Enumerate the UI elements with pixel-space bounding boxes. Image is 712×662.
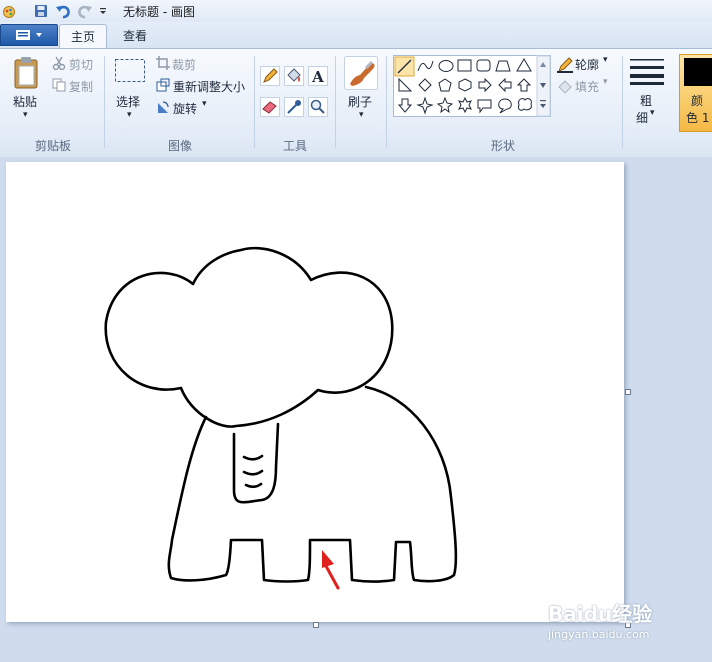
magnifier-icon[interactable] — [308, 97, 328, 120]
copy-label[interactable]: 复制 — [69, 78, 93, 95]
size-dropdown-arrow[interactable]: ▾ — [650, 108, 655, 118]
paint-menu-button[interactable] — [0, 24, 58, 46]
separator — [335, 56, 336, 148]
paste-dropdown-arrow[interactable]: ▾ — [23, 110, 28, 120]
separator — [386, 56, 387, 148]
watermark-url: jingyan.baidu.com — [548, 628, 650, 641]
outline-dropdown-arrow[interactable]: ▾ — [603, 55, 608, 65]
select-dropdown-arrow[interactable]: ▾ — [127, 110, 132, 120]
fill-icon[interactable] — [284, 66, 304, 89]
rotate-dropdown-arrow[interactable]: ▾ — [202, 99, 207, 109]
canvas-resize-handle-bottom[interactable] — [313, 622, 319, 628]
fill-shape-icon[interactable] — [557, 79, 573, 98]
cut-label[interactable]: 剪切 — [69, 56, 93, 73]
outline-icon[interactable] — [557, 57, 573, 76]
window-title: 无标题 - 画图 — [123, 5, 195, 19]
tools-group-label: 工具 — [282, 139, 307, 153]
rotate-icon[interactable] — [156, 100, 170, 117]
resize-icon[interactable] — [156, 78, 170, 95]
cut-icon[interactable] — [52, 56, 66, 73]
shapes-gallery[interactable] — [393, 55, 551, 120]
image-group-label: 图像 — [167, 139, 192, 153]
menu-icon — [16, 30, 42, 40]
select-icon[interactable] — [114, 58, 146, 87]
svg-text:A: A — [311, 68, 324, 86]
color1-label-line1: 颜 — [691, 94, 704, 108]
red-arrow-annotation — [318, 548, 342, 593]
size-label-line1[interactable]: 粗 — [640, 92, 652, 109]
brushes-label[interactable]: 刷子 — [348, 93, 372, 110]
select-label[interactable]: 选择 — [116, 93, 140, 110]
paint-app-icon[interactable] — [2, 3, 16, 19]
customize-quick-access-icon[interactable] — [98, 3, 108, 19]
size-icon[interactable] — [630, 57, 664, 88]
separator — [622, 56, 623, 148]
drawing-canvas[interactable] — [6, 162, 624, 622]
copy-icon[interactable] — [52, 78, 66, 95]
eraser-icon[interactable] — [260, 97, 280, 120]
watermark-brand: Baidu经验 — [548, 602, 653, 626]
resize-label[interactable]: 重新调整大小 — [173, 78, 245, 95]
paste-label[interactable]: 粘贴 — [13, 93, 37, 110]
outline-label[interactable]: 轮廓 — [575, 56, 599, 73]
shapes-group-label: 形状 — [490, 139, 515, 153]
crop-icon[interactable] — [156, 56, 170, 73]
color1-swatch — [684, 58, 712, 86]
color-picker-icon[interactable] — [284, 97, 304, 120]
canvas-resize-handle-right[interactable] — [625, 389, 631, 395]
fill-shape-label[interactable]: 填充 — [575, 78, 599, 95]
brushes-icon[interactable] — [344, 56, 378, 93]
fill-shape-dropdown-arrow[interactable]: ▾ — [603, 77, 608, 87]
elephant-drawing — [104, 246, 458, 583]
separator — [254, 56, 255, 148]
save-icon[interactable] — [34, 3, 48, 19]
crop-label[interactable]: 裁剪 — [172, 56, 196, 73]
separator — [104, 56, 105, 148]
tab-view[interactable]: 查看 — [112, 24, 158, 48]
text-icon[interactable]: A — [308, 66, 328, 89]
undo-icon[interactable] — [55, 3, 71, 19]
size-label-line2[interactable]: 细 — [636, 109, 648, 126]
clipboard-group-label: 剪贴板 — [34, 139, 71, 153]
rotate-label[interactable]: 旋转 — [173, 100, 197, 117]
brushes-dropdown-arrow[interactable]: ▾ — [359, 110, 364, 120]
redo-icon[interactable] — [77, 3, 93, 19]
pencil-icon[interactable] — [260, 66, 280, 89]
tab-home[interactable]: 主页 — [59, 24, 107, 49]
color1-label-line2: 色 1 — [686, 111, 710, 125]
paste-icon[interactable] — [12, 56, 42, 93]
